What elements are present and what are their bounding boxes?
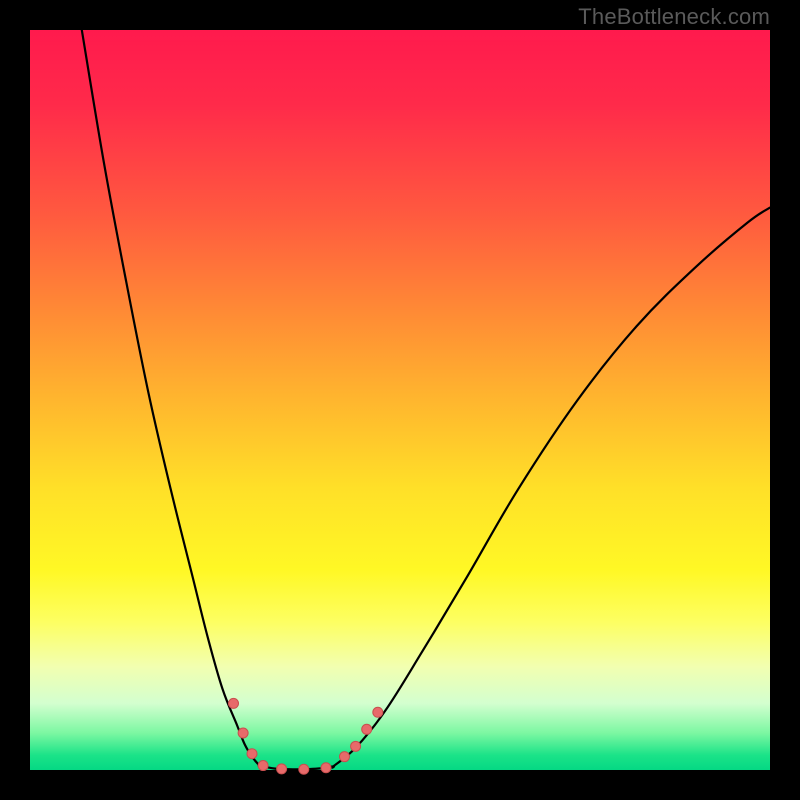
data-marker xyxy=(238,728,248,738)
curve-layer xyxy=(0,0,800,800)
data-marker xyxy=(299,764,309,774)
data-marker xyxy=(351,741,361,751)
data-marker xyxy=(277,764,287,774)
data-marker xyxy=(340,752,350,762)
data-marker xyxy=(373,707,383,717)
data-marker xyxy=(258,761,268,771)
chart-stage: TheBottleneck.com xyxy=(0,0,800,800)
bottleneck-curve xyxy=(82,30,770,769)
watermark-text: TheBottleneck.com xyxy=(578,4,770,30)
data-marker xyxy=(362,724,372,734)
data-marker xyxy=(229,698,239,708)
data-marker xyxy=(321,763,331,773)
data-marker xyxy=(247,749,257,759)
